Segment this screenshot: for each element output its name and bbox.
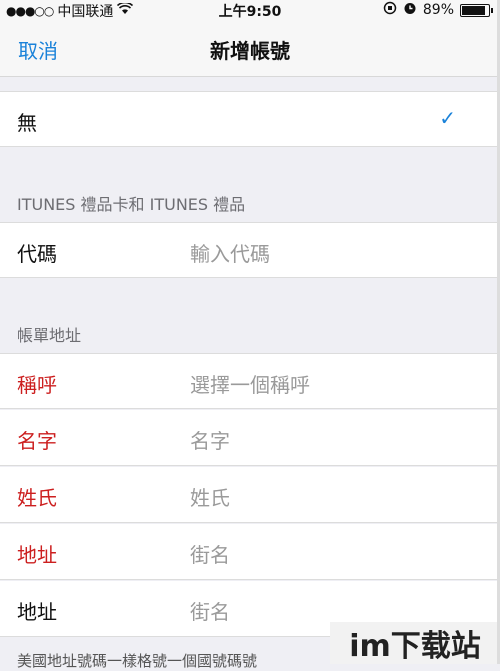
salutation-label: 稱呼 xyxy=(17,373,57,397)
street-input-2[interactable]: 街名 xyxy=(190,596,230,625)
payment-option-label: 無 xyxy=(17,111,37,135)
status-right: 89% xyxy=(383,1,493,19)
status-bar: ●●●○○ 中国联通 上午9:50 89% xyxy=(0,0,500,20)
salutation-row[interactable]: 稱呼 選擇一個稱呼 xyxy=(0,353,500,409)
battery-percent: 89% xyxy=(422,2,454,18)
first-name-row[interactable]: 名字 名字 xyxy=(0,410,500,466)
last-name-input[interactable]: 姓氏 xyxy=(190,482,230,511)
payment-option-none[interactable]: 無 ✓ xyxy=(0,91,500,147)
footer-note: 美國地址號碼一樣格號一個國號碼號 xyxy=(17,652,258,670)
address-label-1: 地址 xyxy=(17,543,57,567)
navigation-bar: 取消 新增帳號 xyxy=(0,20,500,77)
alarm-icon xyxy=(403,1,417,19)
code-label: 代碼 xyxy=(17,242,57,266)
address-label-2: 地址 xyxy=(17,600,57,624)
first-name-input[interactable]: 名字 xyxy=(190,425,230,454)
page-title: 新增帳號 xyxy=(210,39,290,63)
street-input-1[interactable]: 街名 xyxy=(190,539,230,568)
code-row[interactable]: 代碼 輸入代碼 xyxy=(0,222,500,278)
first-name-label: 名字 xyxy=(17,429,57,453)
last-name-row[interactable]: 姓氏 姓氏 xyxy=(0,467,500,523)
billing-section-header: 帳單地址 xyxy=(17,326,82,345)
address-row-1[interactable]: 地址 街名 xyxy=(0,524,500,580)
itunes-section-header: ITUNES 禮品卡和 ITUNES 禮品 xyxy=(17,195,246,214)
salutation-select[interactable]: 選擇一個稱呼 xyxy=(190,369,310,398)
watermark-logo: im下载站 xyxy=(330,622,500,664)
code-input[interactable]: 輸入代碼 xyxy=(190,238,270,267)
checkmark-icon: ✓ xyxy=(439,106,456,130)
section-gap xyxy=(0,77,500,91)
battery-icon xyxy=(460,3,493,17)
last-name-label: 姓氏 xyxy=(17,486,57,510)
rotation-lock-icon xyxy=(383,1,397,19)
